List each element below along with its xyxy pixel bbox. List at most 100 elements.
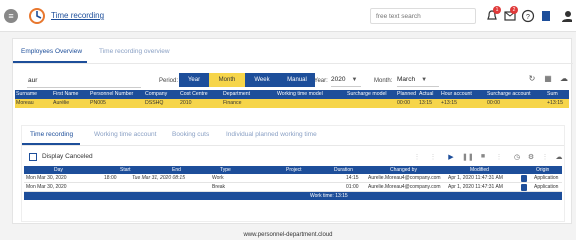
- chevron-down-icon: ▼: [421, 77, 428, 83]
- cell-end: Tue Mar 31, 2020 08:15: [132, 175, 185, 181]
- tab-booking-cuts[interactable]: Booking cuts: [172, 131, 209, 138]
- cell-type: Break: [212, 184, 226, 190]
- period-label: Period:: [159, 78, 179, 84]
- cloud-icon[interactable]: ☁: [559, 74, 569, 83]
- month-label: Month:: [374, 78, 393, 84]
- col-type: Type: [220, 167, 231, 173]
- tab-working-time-account[interactable]: Working time account: [94, 131, 156, 138]
- table-row[interactable]: Mon Mar 30, 2020 18:00 Tue Mar 31, 2020 …: [24, 174, 562, 183]
- search-input[interactable]: [370, 8, 476, 24]
- refresh-icon[interactable]: ↻: [527, 74, 537, 83]
- records-table: Day Start End Type Project Duration Chan…: [24, 166, 562, 200]
- year-select[interactable]: 2020 ▼: [331, 74, 361, 87]
- cell-company: DSSHQ: [145, 100, 164, 106]
- cell-type: Work: [212, 175, 224, 181]
- col-working-time-model: Working time model: [277, 91, 323, 97]
- col-personnel-number: Personnel Number: [90, 91, 134, 97]
- col-project: Project: [286, 167, 302, 173]
- cloud-icon[interactable]: ☁: [554, 153, 564, 161]
- col-surname: Surname: [16, 91, 38, 97]
- messages-badge: 2: [510, 6, 518, 14]
- active-subtab-underline: [22, 143, 80, 145]
- col-cost-centre: Cost Centre: [180, 91, 208, 97]
- col-company: Company: [145, 91, 168, 97]
- records-footer-row: Work time: 13:15: [24, 192, 562, 200]
- cell-changed-by: Aurelie.Moreau4@company.com: [368, 175, 441, 181]
- col-origin: Origin: [536, 167, 550, 173]
- cell-hour-account: +13:15: [441, 100, 458, 106]
- period-manual-button[interactable]: Manual: [279, 73, 315, 87]
- settings-icon[interactable]: ⚙: [526, 153, 536, 161]
- period-week-button[interactable]: Week: [245, 73, 279, 87]
- period-month-button[interactable]: Month: [209, 73, 245, 87]
- svg-text:?: ?: [526, 14, 530, 21]
- cell-cost-centre: 2010: [180, 100, 192, 106]
- detail-card: Time recording Working time account Book…: [21, 125, 565, 222]
- tab-time-recording[interactable]: Time recording: [30, 131, 73, 138]
- cell-first-name: Aurélie: [53, 100, 70, 106]
- active-tab-underline: [13, 61, 87, 63]
- display-canceled-checkbox[interactable]: [29, 153, 37, 161]
- col-sum: Sum: [547, 91, 558, 97]
- work-time-total: Work time: 13:15: [310, 193, 348, 199]
- month-select[interactable]: March ▼: [397, 74, 439, 87]
- main-card: Employees Overview Time recording overvi…: [12, 38, 573, 224]
- employees-header-row: Surname First Name Personnel Number Comp…: [15, 90, 569, 99]
- col-duration: Duration: [334, 167, 353, 173]
- list-icon[interactable]: ▦: [543, 74, 553, 83]
- cell-modified: Apr 1, 2020 11:47:31 AM: [448, 175, 503, 181]
- col-planned: Planned: [397, 91, 417, 97]
- cell-day: Mon Mar 30, 2020: [26, 184, 67, 190]
- trash-icon[interactable]: [521, 175, 527, 182]
- period-year-button[interactable]: Year: [179, 73, 209, 87]
- help-icon[interactable]: ?: [521, 9, 535, 23]
- tab-time-recording-overview[interactable]: Time recording overview: [99, 48, 170, 55]
- col-surcharge-account: Surcharge account: [487, 91, 531, 97]
- chevron-down-icon: ▼: [351, 77, 358, 83]
- cell-origin: Application: [534, 184, 559, 190]
- col-surcharge-model: Surcharge model: [347, 91, 387, 97]
- cell-start: 18:00: [104, 175, 117, 181]
- display-canceled-label: Display Canceled: [42, 153, 93, 160]
- top-bar: ≡ Time recording 1 2 ?: [0, 0, 576, 32]
- cell-day: Mon Mar 30, 2020: [26, 175, 67, 181]
- notification-badge: 1: [493, 6, 501, 14]
- tab-employees-overview[interactable]: Employees Overview: [21, 48, 82, 55]
- table-row[interactable]: Mon Mar 30, 2020 Break 01:00 Aurelie.Mor…: [24, 183, 562, 192]
- cell-duration: 01:00: [346, 184, 359, 190]
- cell-actual: 13:15: [419, 100, 432, 106]
- tab-individual-planned-working-time[interactable]: Individual planned working time: [226, 131, 317, 138]
- cell-surcharge-account: 00:00: [487, 100, 500, 106]
- cell-origin: Application: [534, 175, 559, 181]
- cell-surname: Moreau: [16, 100, 34, 106]
- col-day: Day: [54, 167, 63, 173]
- table-row[interactable]: Moreau Aurélie PN005 DSSHQ 2010 Finance …: [15, 99, 569, 108]
- cell-changed-by: Aurelie.Moreau4@company.com: [368, 184, 441, 190]
- user-icon[interactable]: [560, 9, 572, 23]
- col-department: Department: [223, 91, 251, 97]
- cell-personnel-number: PN005: [90, 100, 106, 106]
- cell-duration: 14:15: [346, 175, 359, 181]
- book-icon[interactable]: [539, 9, 553, 23]
- pause-icon[interactable]: ❚❚: [462, 153, 474, 161]
- tab-divider: [13, 63, 573, 64]
- col-start: Start: [120, 167, 131, 173]
- employee-search-input[interactable]: [27, 74, 141, 88]
- col-first-name: First Name: [53, 91, 79, 97]
- col-hour-account: Hour account: [441, 91, 472, 97]
- year-value: 2020: [331, 76, 346, 83]
- stop-icon[interactable]: ■: [478, 153, 488, 160]
- separator-icon: ⋮: [495, 154, 503, 161]
- col-changed-by: Changed by: [390, 167, 417, 173]
- menu-icon[interactable]: ≡: [4, 9, 18, 23]
- app-title[interactable]: Time recording: [51, 11, 104, 20]
- separator-icon: ⋮: [541, 154, 549, 161]
- employees-table: Surname First Name Personnel Number Comp…: [15, 90, 569, 108]
- trash-icon[interactable]: [521, 184, 527, 191]
- cell-department: Finance: [223, 100, 242, 106]
- play-icon[interactable]: ▶: [446, 153, 456, 161]
- separator-icon: ⋮: [429, 154, 437, 161]
- clock-icon[interactable]: ◷: [512, 153, 522, 161]
- records-header-row: Day Start End Type Project Duration Chan…: [24, 166, 562, 174]
- month-value: March: [397, 76, 416, 83]
